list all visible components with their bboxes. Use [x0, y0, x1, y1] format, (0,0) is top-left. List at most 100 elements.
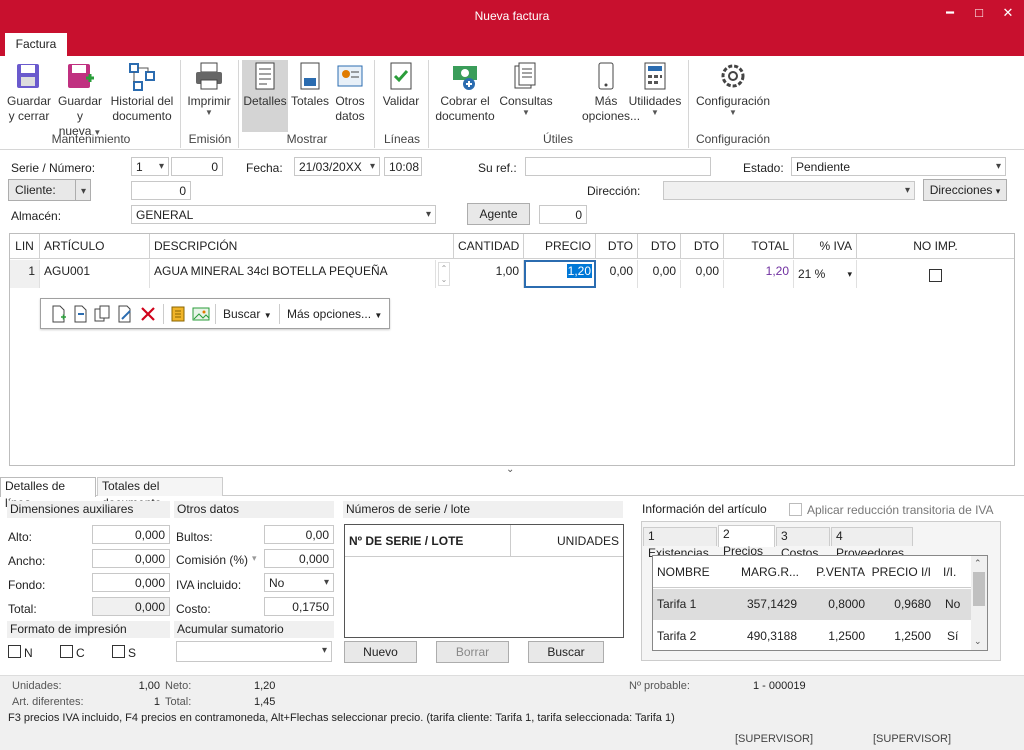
comision-chevron-icon[interactable]: ▾: [252, 553, 257, 564]
col-dto3[interactable]: DTO 3: [681, 234, 724, 277]
guardar-cerrar-button[interactable]: Guardar y cerrar: [6, 60, 52, 124]
estado-select[interactable]: Pendiente: [791, 157, 1006, 176]
col-iva[interactable]: % IVA: [794, 234, 857, 259]
cliente-dropdown[interactable]: [75, 179, 91, 202]
col-dto1[interactable]: DTO 1: [596, 234, 638, 277]
edit-icon[interactable]: [116, 305, 134, 323]
table-row[interactable]: Tarifa 1 357,1429 0,8000 0,9680 No: [653, 589, 971, 620]
guardar-nueva-button[interactable]: Guardar y nueva ▼: [56, 60, 104, 139]
consultas-button[interactable]: Consultas ▼: [498, 60, 554, 117]
serie-select[interactable]: 1: [131, 157, 169, 176]
maximize-button[interactable]: □: [969, 4, 989, 24]
row-noimp-checkbox[interactable]: [929, 269, 942, 282]
iva-incluido-select[interactable]: No: [264, 573, 334, 592]
row-dto1[interactable]: 0,00: [596, 260, 638, 288]
reduccion-checkbox[interactable]: [789, 503, 802, 516]
utilidades-button[interactable]: Utilidades ▼: [626, 60, 684, 117]
col-total[interactable]: TOTAL: [724, 234, 794, 259]
cliente-input[interactable]: 0: [131, 181, 191, 200]
copy-icon[interactable]: [93, 305, 111, 323]
cobrar-button[interactable]: Cobrar el documento: [434, 60, 496, 124]
series-borrar-button[interactable]: Borrar: [436, 641, 509, 663]
series-buscar-button[interactable]: Buscar: [528, 641, 604, 663]
col-noimp[interactable]: NO IMP.: [857, 234, 1014, 259]
precios-col-nombre[interactable]: NOMBRE: [657, 565, 710, 579]
col-cantidad[interactable]: CANTIDAD: [454, 234, 524, 259]
comision-input[interactable]: 0,000: [264, 549, 334, 568]
cliente-button[interactable]: Cliente:: [8, 179, 76, 201]
suref-input[interactable]: [525, 157, 711, 176]
imprimir-button[interactable]: Imprimir ▼: [186, 60, 232, 117]
row-cantidad[interactable]: 1,00: [454, 260, 524, 288]
row-precio[interactable]: 1,20: [566, 264, 592, 278]
configuracion-button[interactable]: Configuración ▼: [694, 60, 772, 117]
splitter-chevron-icon[interactable]: ⌄: [506, 464, 514, 475]
series-nuevo-button[interactable]: Nuevo: [344, 641, 417, 663]
hora-input[interactable]: 10:08: [384, 157, 422, 176]
agente-button[interactable]: Agente: [467, 203, 530, 225]
scrollbar-thumb[interactable]: [973, 572, 985, 606]
fondo-input[interactable]: 0,000: [92, 573, 170, 592]
info-tab-precios[interactable]: 2 Precios: [718, 525, 775, 558]
table-row[interactable]: Tarifa 2 490,3188 1,2500 1,2500 Sí: [653, 621, 971, 650]
row-articulo[interactable]: AGU001: [40, 260, 150, 288]
tab-factura[interactable]: Factura: [4, 32, 68, 57]
delete-icon[interactable]: [139, 305, 157, 323]
col-articulo[interactable]: ARTÍCULO: [40, 234, 150, 259]
mas-opciones-button[interactable]: Más opciones...: [582, 60, 640, 124]
agente-input[interactable]: 0: [539, 205, 587, 224]
row-iva-select[interactable]: 21 % ▾: [794, 260, 857, 288]
acumular-select[interactable]: [176, 641, 332, 662]
precios-col-precio[interactable]: PRECIO I/I: [869, 565, 931, 579]
chevron-up-icon[interactable]: ⌃: [974, 558, 982, 569]
alto-input[interactable]: 0,000: [92, 525, 170, 544]
description-scroll[interactable]: ⌃ ⌄: [438, 262, 450, 286]
direccion-select[interactable]: [663, 181, 915, 200]
precios-scrollbar[interactable]: ⌃ ⌄: [971, 556, 987, 650]
col-lin[interactable]: LIN: [10, 234, 40, 259]
notes-icon[interactable]: [169, 305, 187, 323]
precios-col-marg[interactable]: MARG.R...: [741, 565, 799, 579]
col-dto2[interactable]: DTO 2: [638, 234, 681, 277]
col-descripcion[interactable]: DESCRIPCIÓN: [150, 234, 454, 259]
series-col-unidades[interactable]: UNIDADES: [511, 525, 623, 557]
series-col-lote[interactable]: Nº DE SERIE / LOTE: [345, 525, 511, 557]
formato-n-checkbox[interactable]: [8, 645, 21, 658]
row-dto3[interactable]: 0,00: [681, 260, 724, 288]
col-precio[interactable]: PRECIO: [524, 234, 596, 259]
table-row[interactable]: 1 AGU001 AGUA MINERAL 34cl BOTELLA PEQUE…: [10, 260, 1014, 288]
row-dto2[interactable]: 0,00: [638, 260, 681, 288]
info-tab-costos[interactable]: 3 Costos: [776, 527, 830, 560]
close-button[interactable]: ✕: [998, 4, 1018, 24]
tab-totales-documento[interactable]: Totales del documento: [97, 477, 223, 510]
formato-s-checkbox[interactable]: [112, 645, 125, 658]
row-descripcion[interactable]: AGUA MINERAL 34cl BOTELLA PEQUEÑA: [150, 260, 436, 288]
info-tab-existencias[interactable]: 1 Existencias: [643, 527, 717, 560]
tab-detalles-linea[interactable]: Detalles de línea: [0, 477, 96, 510]
almacen-select[interactable]: GENERAL: [131, 205, 436, 224]
mas-opciones-menu[interactable]: Más opciones... ▼: [287, 307, 382, 321]
detalles-button[interactable]: Detalles: [242, 60, 288, 132]
historial-button[interactable]: Historial del documento: [108, 60, 176, 124]
image-icon[interactable]: [192, 305, 210, 323]
info-tab-proveedores[interactable]: 4 Proveedores: [831, 527, 913, 560]
otros-datos-button[interactable]: Otros datos: [332, 60, 368, 124]
chevron-down-icon[interactable]: ⌄: [974, 636, 982, 647]
row-precio-editor[interactable]: 1,20: [524, 260, 596, 288]
precios-col-ii[interactable]: I/I.: [943, 565, 956, 579]
mas-opciones-label-1: Más: [594, 94, 618, 108]
precios-col-pventa[interactable]: P.VENTA: [803, 565, 865, 579]
formato-c-checkbox[interactable]: [60, 645, 73, 658]
totales-button[interactable]: Totales: [290, 60, 330, 109]
ancho-input[interactable]: 0,000: [92, 549, 170, 568]
insert-line-icon[interactable]: [71, 305, 89, 323]
minimize-button[interactable]: ━: [940, 4, 960, 24]
direcciones-button[interactable]: Direcciones ▾: [923, 179, 1007, 201]
bultos-input[interactable]: 0,00: [264, 525, 334, 544]
fecha-input[interactable]: 21/03/20XX: [294, 157, 380, 176]
validar-button[interactable]: Validar: [380, 60, 422, 109]
coste-input[interactable]: 0,1750: [264, 597, 334, 616]
buscar-menu[interactable]: Buscar ▼: [223, 307, 272, 321]
numero-input[interactable]: 0: [171, 157, 223, 176]
new-line-icon[interactable]: [49, 305, 67, 323]
